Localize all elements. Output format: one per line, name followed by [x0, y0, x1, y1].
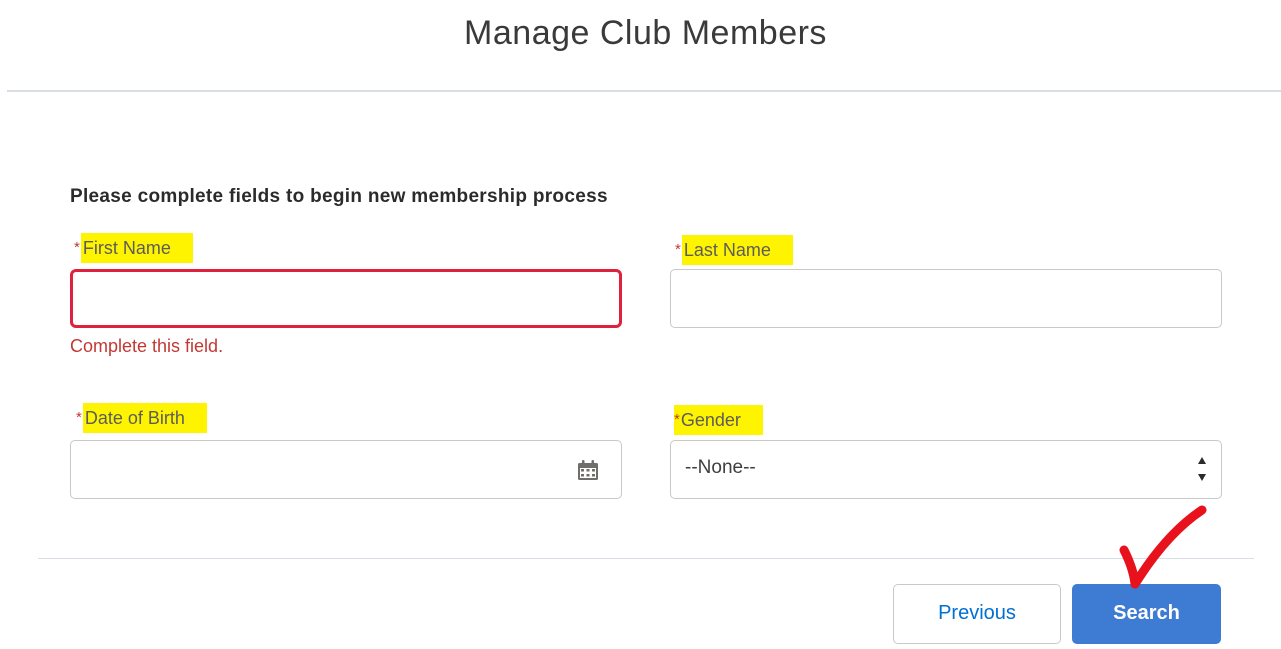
gender-label: *Gender [674, 405, 763, 435]
header-divider [7, 90, 1281, 92]
form-instructions: Please complete fields to begin new memb… [70, 186, 608, 207]
date-of-birth-label: * Date of Birth [76, 403, 207, 433]
manage-members-page: Manage Club Members Please complete fiel… [0, 0, 1281, 649]
last-name-label: * Last Name [675, 235, 793, 265]
gender-label-text: Gender [680, 410, 741, 430]
search-button[interactable]: Search [1072, 584, 1221, 644]
first-name-label-text: First Name [80, 233, 193, 263]
gender-label-highlight: *Gender [674, 405, 763, 435]
previous-button[interactable]: Previous [893, 584, 1061, 644]
date-of-birth-label-text: Date of Birth [82, 403, 207, 433]
last-name-label-text: Last Name [681, 235, 793, 265]
required-marker: * [74, 239, 80, 256]
required-marker: * [674, 411, 680, 428]
first-name-input[interactable] [70, 269, 622, 328]
first-name-label: * First Name [74, 233, 193, 263]
last-name-input[interactable] [670, 269, 1222, 328]
select-arrows-icon [1198, 457, 1206, 481]
calendar-icon[interactable] [577, 459, 599, 481]
required-marker: * [675, 241, 681, 258]
red-checkmark-annotation [1119, 505, 1207, 589]
footer-divider [38, 558, 1254, 559]
page-title: Manage Club Members [464, 14, 827, 52]
date-of-birth-input[interactable] [70, 440, 622, 499]
gender-selected-value: --None-- [685, 457, 756, 478]
required-marker: * [76, 409, 82, 426]
first-name-error: Complete this field. [70, 336, 224, 356]
gender-select[interactable]: --None-- [670, 440, 1222, 499]
